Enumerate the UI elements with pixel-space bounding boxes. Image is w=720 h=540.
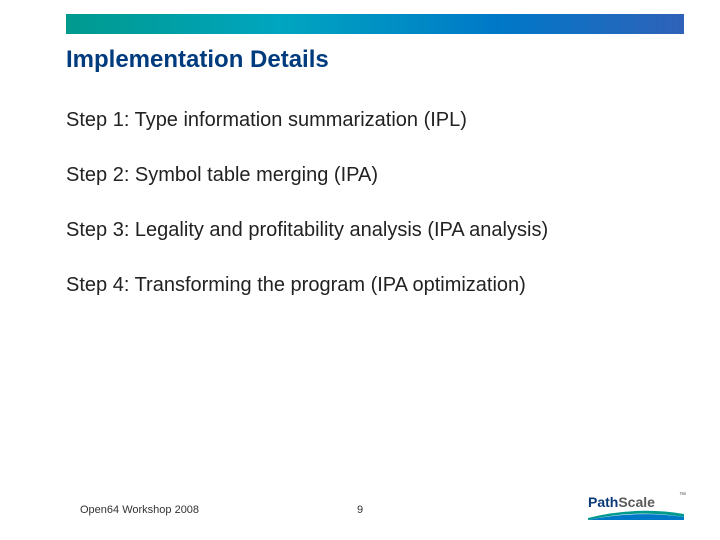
pathscale-logo: PathScale ™ [588, 492, 684, 520]
slide-title: Implementation Details [66, 46, 329, 74]
step-2: Step 2: Symbol table merging (IPA) [66, 163, 680, 188]
footer-event-label: Open64 Workshop 2008 [80, 504, 199, 516]
step-4: Step 4: Transforming the program (IPA op… [66, 273, 680, 298]
logo-part-scale: Scale [618, 494, 655, 510]
trademark-icon: ™ [679, 492, 686, 499]
logo-swoosh-icon [588, 510, 684, 520]
footer: Open64 Workshop 2008 9 PathScale ™ [0, 490, 720, 520]
logo-text: PathScale [588, 494, 655, 510]
logo-part-path: Path [588, 494, 618, 510]
page-number: 9 [357, 504, 363, 516]
step-3: Step 3: Legality and profitability analy… [66, 218, 680, 243]
step-1: Step 1: Type information summarization (… [66, 108, 680, 133]
header-gradient-bar [66, 14, 684, 34]
content-area: Step 1: Type information summarization (… [66, 108, 680, 328]
